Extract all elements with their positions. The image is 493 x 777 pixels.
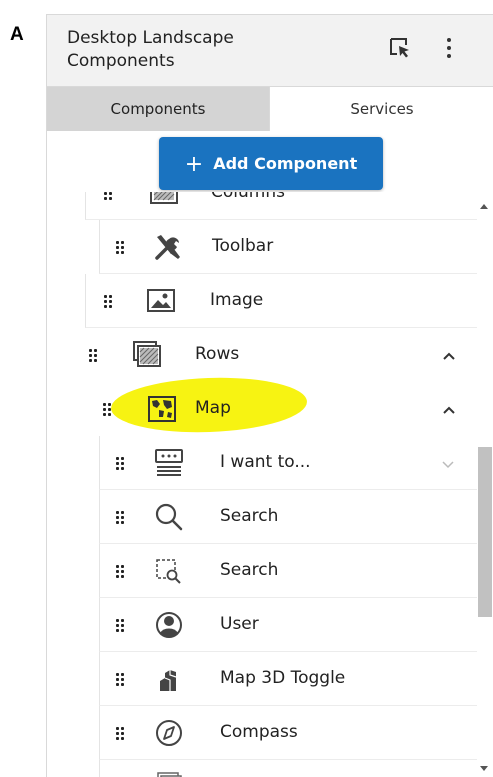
tree-item-toolbar[interactable]: Toolbar [99,220,477,274]
rows-icon [131,339,165,371]
add-component-label: Add Component [213,154,358,173]
tree-item-label: User [220,613,259,634]
drag-handle-icon[interactable] [103,403,113,416]
tree-item-label: Toolbar [212,235,274,256]
tree-item-map[interactable]: Map [85,382,477,436]
scrollbar[interactable] [477,192,493,777]
tree-item-label: I want to... [220,451,311,472]
tree-item-label: Image [210,289,264,310]
tree-item-search[interactable]: Search [99,490,477,544]
drag-handle-icon[interactable] [116,510,126,524]
tree-item-i-want-to[interactable]: I want to... [99,436,477,490]
components-panel: Desktop Landscape Components Components … [46,14,493,777]
tab-bar: Components Services [47,87,493,131]
figure-label: A [10,24,24,45]
drag-handle-icon[interactable] [116,456,126,470]
drag-handle-icon[interactable] [116,618,126,632]
i-want-to-icon [152,447,186,479]
map-icon [145,393,179,425]
columns-icon [148,192,182,209]
panel-title: Desktop Landscape Components [67,28,234,71]
select-cursor-icon[interactable] [387,35,411,64]
tree-item-label: Compass [220,721,298,742]
component-tree: Columns Toolbar Image Rows [47,192,477,777]
compass-icon [152,717,186,749]
tree-item-label: Map 3D Toggle [220,667,346,688]
tree-item-label: Rows [195,344,240,364]
tree-item-label: Columns [211,192,285,202]
tab-components[interactable]: Components [47,87,269,131]
tree-item-label: Map [195,398,231,418]
tree-item-user[interactable]: User [99,598,477,652]
drag-handle-icon[interactable] [116,726,126,740]
tab-services[interactable]: Services [269,87,493,131]
map-3d-toggle-icon [152,663,186,695]
tree-item-compass[interactable]: Compass [99,706,477,760]
scroll-down-arrow-icon[interactable] [480,766,488,771]
scroll-up-arrow-icon[interactable] [480,204,488,209]
tree-item-image[interactable]: Image [85,274,477,328]
chevron-up-icon[interactable] [441,349,457,361]
chevron-up-icon[interactable] [441,403,457,415]
tree-item-rows[interactable]: Rows [71,328,477,382]
drag-handle-icon[interactable] [116,672,126,686]
image-icon [144,285,178,317]
tree-item-columns[interactable]: Columns [85,192,477,220]
user-icon [152,609,186,641]
tree-item-map-3d-toggle[interactable]: Map 3D Toggle [99,652,477,706]
drag-handle-icon[interactable] [116,564,126,578]
chevron-down-icon[interactable] [440,457,456,469]
search-icon [152,501,186,533]
region-search-icon [152,555,186,587]
drag-handle-icon[interactable] [104,192,114,200]
drag-handle-icon[interactable] [104,294,114,308]
plus-icon: + [184,152,204,177]
drag-handle-icon[interactable] [116,240,126,254]
toolbar-icon [152,231,186,263]
add-component-button[interactable]: + Add Component [159,137,383,190]
panel-header: Desktop Landscape Components [47,15,493,87]
more-options-icon[interactable] [445,37,453,64]
drag-handle-icon[interactable] [89,349,99,362]
tree-item-partial[interactable] [99,760,477,777]
tree-item-region-search[interactable]: Search [99,544,477,598]
stack-icon [152,771,186,777]
tree-item-label: Search [220,505,279,526]
tree-item-label: Search [220,559,279,580]
scrollbar-thumb[interactable] [478,447,492,617]
